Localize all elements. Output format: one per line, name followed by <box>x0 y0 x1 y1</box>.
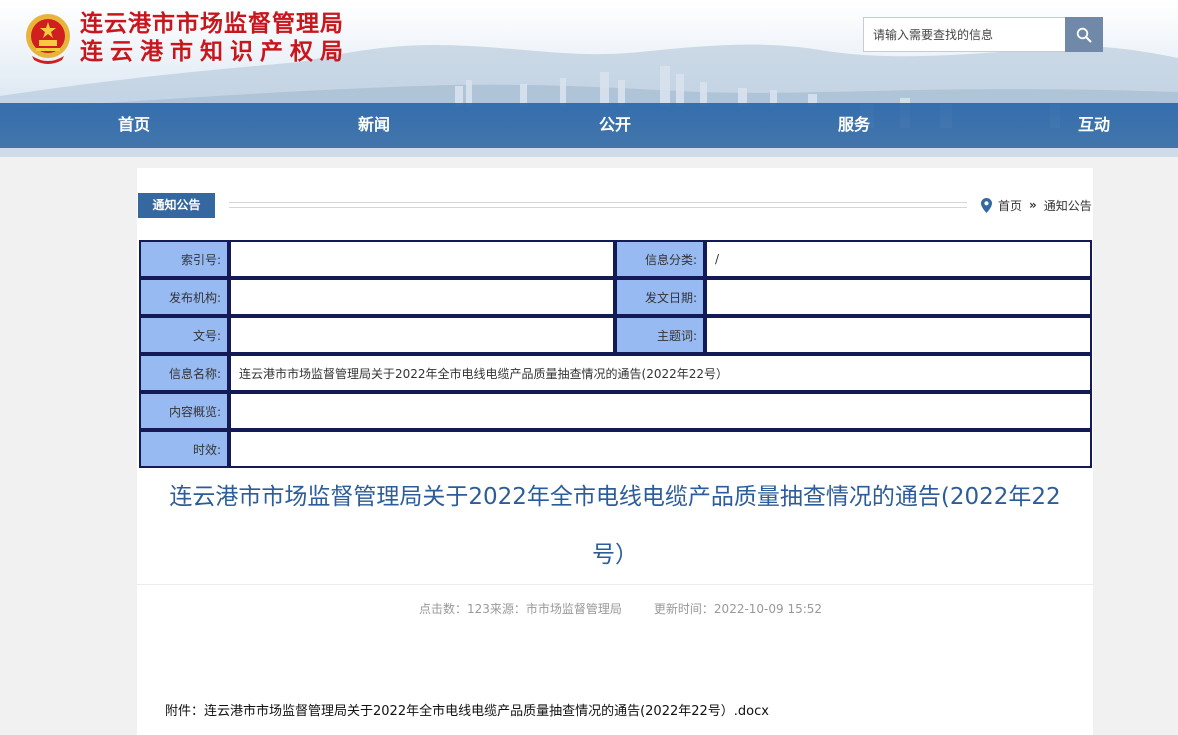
publisher-label: 发布机构: <box>139 278 229 316</box>
keywords-label: 主题词: <box>615 316 705 354</box>
info-table: 索引号: 信息分类: / 发布机构: 发文日期: 文号: 主题词: 信息名称: … <box>139 240 1092 468</box>
publisher-value <box>229 278 615 316</box>
article-meta: 点击数：123来源：市市场监督管理局 更新时间：2022-10-09 15:52 <box>419 600 822 617</box>
table-row: 内容概览: <box>139 392 1092 430</box>
site-header: 连云港市市场监督管理局 连云港市知识产权局 首页 新闻 公开 服务 互动 <box>0 0 1178 157</box>
info-name-label: 信息名称: <box>139 354 229 392</box>
site-title-line2: 连云港市知识产权局 <box>80 38 350 65</box>
doc-no-label: 文号: <box>139 316 229 354</box>
section-bar: 通知公告 首页 » 通知公告 <box>138 193 1093 218</box>
location-pin-icon <box>981 197 992 213</box>
table-row: 信息名称: 连云港市市场监督管理局关于2022年全市电线电缆产品质量抽查情况的通… <box>139 354 1092 392</box>
pub-date-label: 发文日期: <box>615 278 705 316</box>
table-row: 发布机构: 发文日期: <box>139 278 1092 316</box>
breadcrumb: 首页 » 通知公告 <box>981 194 1092 216</box>
site-title-line1: 连云港市市场监督管理局 <box>80 10 344 37</box>
breadcrumb-home-link[interactable]: 首页 <box>998 197 1022 214</box>
index-no-label: 索引号: <box>139 240 229 278</box>
breadcrumb-current-link[interactable]: 通知公告 <box>1044 197 1092 214</box>
search-button[interactable] <box>1065 17 1103 52</box>
table-row: 文号: 主题词: <box>139 316 1092 354</box>
nav-item-public[interactable]: 公开 <box>599 103 631 148</box>
article-source: 来源：市市场监督管理局 <box>489 602 622 616</box>
info-name-value: 连云港市市场监督管理局关于2022年全市电线电缆产品质量抽查情况的通告(2022… <box>229 354 1092 392</box>
validity-value <box>229 430 1092 468</box>
breadcrumb-separator: » <box>1029 198 1037 212</box>
category-label: 信息分类: <box>615 240 705 278</box>
article-title: 连云港市市场监督管理局关于2022年全市电线电缆产品质量抽查情况的通告(2022… <box>169 484 1061 568</box>
update-time: 更新时间：2022-10-09 15:52 <box>653 602 823 616</box>
keywords-value <box>705 316 1092 354</box>
nav-item-home[interactable]: 首页 <box>118 103 150 148</box>
section-title: 通知公告 <box>138 193 215 218</box>
site-title[interactable]: 连云港市市场监督管理局 连云港市知识产权局 <box>80 10 350 66</box>
summary-value <box>229 392 1092 430</box>
click-count: 点击数：123 <box>419 602 490 616</box>
search-box <box>863 17 1103 52</box>
attachment-link[interactable]: 附件：连云港市市场监督管理局关于2022年全市电线电缆产品质量抽查情况的通告(2… <box>165 700 769 719</box>
category-value: / <box>705 240 1092 278</box>
section-divider <box>229 202 967 208</box>
search-input[interactable] <box>863 17 1065 52</box>
index-no-value <box>229 240 615 278</box>
table-row: 时效: <box>139 430 1092 468</box>
content-panel: 通知公告 首页 » 通知公告 索引号: 信息分类: / 发布机构: 发文日期: <box>137 168 1093 735</box>
nav-item-service[interactable]: 服务 <box>838 103 870 148</box>
main-nav: 首页 新闻 公开 服务 互动 <box>0 103 1178 148</box>
national-emblem-icon <box>26 14 70 64</box>
search-icon <box>1076 27 1092 42</box>
doc-no-value <box>229 316 615 354</box>
pub-date-value <box>705 278 1092 316</box>
table-row: 索引号: 信息分类: / <box>139 240 1092 278</box>
title-divider <box>137 584 1093 585</box>
nav-item-interact[interactable]: 互动 <box>1078 103 1110 148</box>
nav-item-news[interactable]: 新闻 <box>358 103 390 148</box>
summary-label: 内容概览: <box>139 392 229 430</box>
validity-label: 时效: <box>139 430 229 468</box>
